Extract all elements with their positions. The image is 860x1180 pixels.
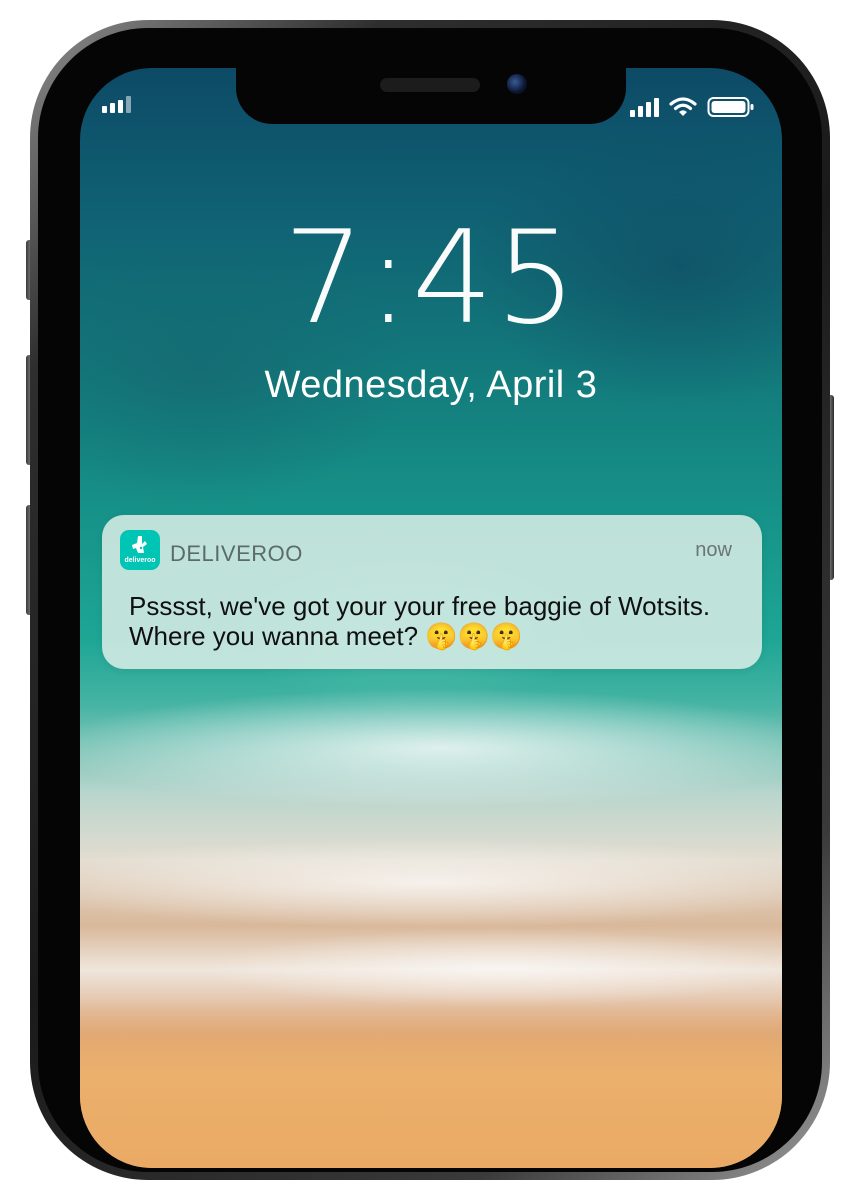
- deliveroo-app-icon: deliveroo: [120, 530, 160, 570]
- wifi-icon: [669, 97, 697, 116]
- signal-bars-icon: [102, 96, 131, 113]
- notification-app-name: DELIVEROO: [170, 541, 303, 566]
- status-icons: [630, 96, 755, 118]
- earpiece-speaker: [380, 78, 480, 92]
- notch: [236, 68, 626, 124]
- front-camera: [507, 74, 527, 94]
- cellular-signal-icon: [630, 97, 659, 117]
- notification-timestamp: now: [695, 539, 732, 561]
- notification-message: Psssst, we've got your your free baggie …: [129, 591, 749, 652]
- lock-screen-time: 7:45: [283, 204, 579, 353]
- notification-message-text: Psssst, we've got your your free baggie …: [129, 591, 711, 651]
- lock-screen-date: Wednesday, April 3: [264, 364, 598, 406]
- shushing-face-icon: 🤫🤫🤫: [425, 622, 523, 652]
- app-icon-wordmark: deliveroo: [124, 557, 156, 564]
- notification-card[interactable]: deliveroo DELIVEROO now Psssst, we've go…: [102, 515, 762, 669]
- battery-icon: [707, 97, 754, 117]
